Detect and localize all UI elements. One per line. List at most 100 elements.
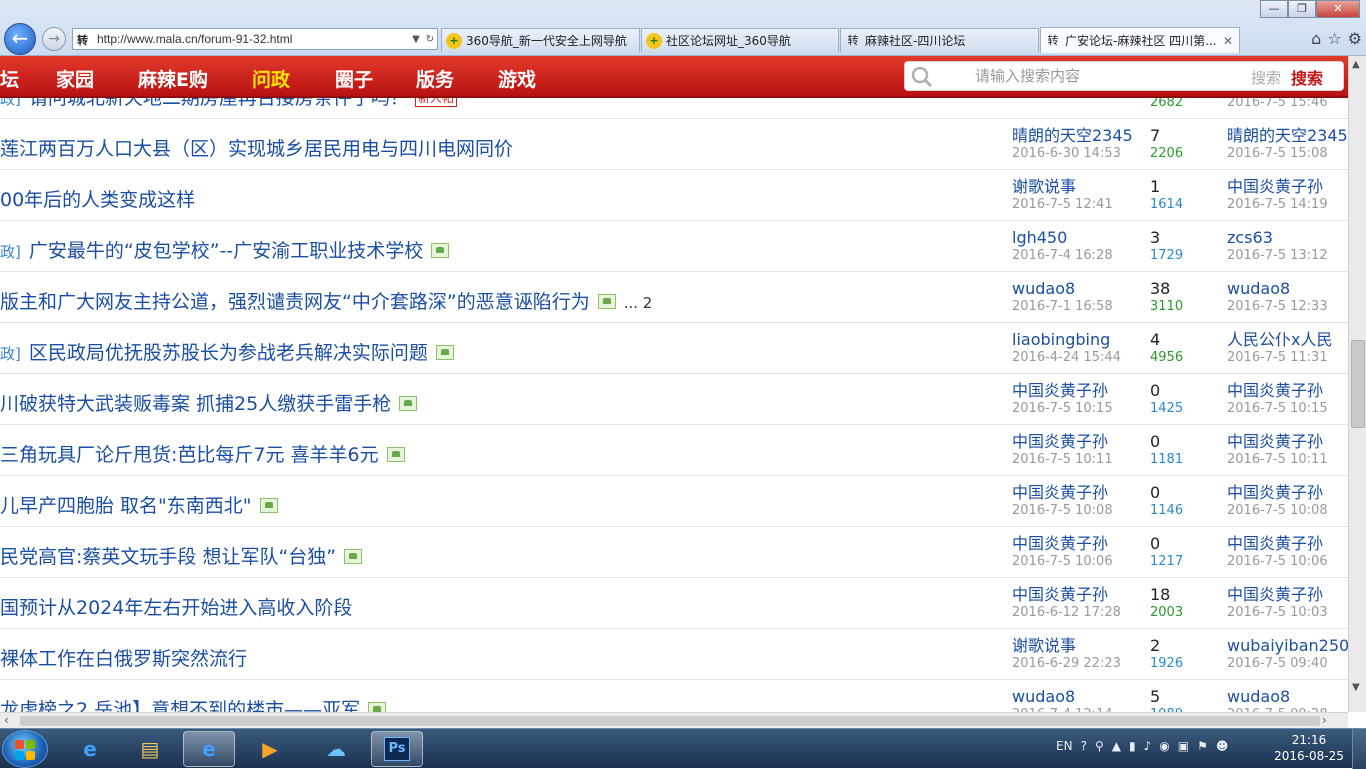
- favorites-star-icon[interactable]: ☆: [1327, 29, 1341, 48]
- nav-item-wenzheng[interactable]: 问政: [252, 65, 290, 92]
- author-name[interactable]: 谢歌说事: [1012, 177, 1113, 196]
- thread-row[interactable]: 国预计从2024年左右开始进入高收入阶段 中国炎黄子孙 2016-6-12 17:2…: [0, 578, 1348, 629]
- author-name[interactable]: lgh450: [1012, 228, 1113, 247]
- author-name[interactable]: wudao8: [1012, 279, 1113, 298]
- show-hidden-icons-icon[interactable]: ▲: [1112, 739, 1121, 753]
- network-icon[interactable]: ▮: [1129, 739, 1136, 753]
- thread-title-link[interactable]: 广安最牛的“皮包学校”--广安渝工职业技术学校: [29, 240, 423, 262]
- thread-row[interactable]: 00年后的人类变成这样 谢歌说事 2016-7-5 12:41 1 1614 中国炎黄子孙…: [0, 170, 1348, 221]
- nav-item-eshop[interactable]: 麻辣E购: [138, 65, 208, 92]
- nav-item-circles[interactable]: 圈子: [335, 65, 373, 92]
- last-poster-name[interactable]: 人民公仆x人民: [1227, 330, 1332, 349]
- nav-item-games[interactable]: 游戏: [498, 65, 536, 92]
- media-player-icon[interactable]: ▶: [244, 731, 296, 767]
- flag-icon[interactable]: ⚑: [1197, 739, 1208, 753]
- security-icon[interactable]: ◉: [1159, 739, 1169, 753]
- thread-row[interactable]: 政]请问城北新天地二期房屋再台接房条件了吗？新人帖2016-5-27 18:51…: [0, 98, 1348, 119]
- thread-row[interactable]: 政] 广安最牛的“皮包学校”--广安渝工职业技术学校 lgh450 2016-7-4 …: [0, 221, 1348, 272]
- scroll-thumb[interactable]: [1351, 340, 1365, 428]
- thread-title-link[interactable]: 莲江两百万人口大县（区）实现城乡居民用电与四川电网同价: [0, 138, 513, 160]
- author-name[interactable]: 晴朗的天空2345: [1012, 126, 1133, 145]
- thread-row[interactable]: 儿早产四胞胎 取名"东南西北" 中国炎黄子孙 2016-7-5 10:08 0 1146…: [0, 476, 1348, 527]
- last-poster-name[interactable]: 中国炎黄子孙: [1227, 177, 1328, 196]
- author-name[interactable]: 中国炎黄子孙: [1012, 585, 1121, 604]
- search-button[interactable]: 搜索: [1291, 65, 1323, 89]
- last-poster-name[interactable]: 中国炎黄子孙: [1227, 432, 1328, 451]
- last-poster-name[interactable]: 晴朗的天空2345: [1227, 126, 1348, 145]
- thread-title-link[interactable]: 川破获特大武装贩毒案 抓捕25人缴获手雷手枪: [0, 393, 391, 415]
- last-poster-name[interactable]: 中国炎黄子孙: [1227, 483, 1328, 502]
- scroll-right-icon[interactable]: ›: [1322, 713, 1327, 727]
- forward-button[interactable]: →: [42, 27, 66, 51]
- minimize-button[interactable]: —: [1260, 0, 1288, 18]
- thread-row[interactable]: 川破获特大武装贩毒案 抓捕25人缴获手雷手枪 中国炎黄子孙 2016-7-5 10:…: [0, 374, 1348, 425]
- author-name[interactable]: 中国炎黄子孙: [1012, 483, 1113, 502]
- back-button[interactable]: ←: [4, 23, 36, 55]
- photoshop-icon[interactable]: Ps: [371, 731, 423, 767]
- nav-item-admin[interactable]: 版务: [416, 65, 454, 92]
- thread-row[interactable]: 政] 区民政局优抚股苏股长为参战老兵解决实际问题 liaobingbing 2016-…: [0, 323, 1348, 374]
- thread-title-link[interactable]: 区民政局优抚股苏股长为参战老兵解决实际问题: [29, 342, 428, 364]
- scroll-left-icon[interactable]: ‹: [4, 713, 9, 727]
- maximize-button[interactable]: ❐: [1288, 0, 1316, 18]
- last-poster-name[interactable]: 中国炎黄子孙: [1227, 381, 1328, 400]
- vertical-scrollbar[interactable]: ▲ ▼: [1348, 56, 1366, 712]
- thread-row[interactable]: 三角玩具厂论斤甩货:芭比每斤7元 喜羊羊6元 中国炎黄子孙 2016-7-5 10:…: [0, 425, 1348, 476]
- thread-category[interactable]: 政]: [0, 345, 21, 363]
- last-poster-name[interactable]: zcs63: [1227, 228, 1328, 247]
- thread-title-link[interactable]: 儿早产四胞胎 取名"东南西北": [0, 495, 252, 517]
- last-poster-name[interactable]: 中国炎黄子孙: [1227, 585, 1328, 604]
- author-name[interactable]: 中国炎黄子孙: [1012, 432, 1113, 451]
- author-name[interactable]: wudao8: [1012, 687, 1113, 706]
- display-icon[interactable]: ▣: [1178, 739, 1189, 753]
- thread-page-links[interactable]: ... 2: [624, 294, 653, 312]
- start-button[interactable]: [2, 730, 48, 768]
- volume-icon[interactable]: ♪: [1144, 739, 1152, 753]
- ie-icon[interactable]: e: [64, 731, 116, 767]
- horizontal-scrollbar[interactable]: ‹ ›: [0, 712, 1348, 728]
- help-icon[interactable]: ?: [1081, 739, 1087, 753]
- author-name[interactable]: 谢歌说事: [1012, 636, 1121, 655]
- nav-item-home[interactable]: 家园: [56, 65, 94, 92]
- thread-row[interactable]: 裸体工作在白俄罗斯突然流行 谢歌说事 2016-6-29 22:23 2 1926 wub…: [0, 629, 1348, 680]
- thread-category[interactable]: 政]: [0, 243, 21, 261]
- explorer-icon[interactable]: ▤: [124, 731, 176, 767]
- last-poster-name[interactable]: wudao8: [1227, 687, 1328, 706]
- refresh-icon[interactable]: ↻: [423, 34, 437, 45]
- thread-row[interactable]: 龙虎榜之2.岳池】意想不到的楼市——亚军 wudao82016-7-4 12:14…: [0, 680, 1348, 712]
- nav-item-forum[interactable]: 坛: [0, 65, 19, 92]
- thread-title-link[interactable]: 请问城北新天地二期房屋再台接房条件了吗？: [29, 98, 409, 109]
- qq-icon[interactable]: ☻: [1216, 739, 1229, 753]
- tab-360-nav[interactable]: + 360导航_新一代安全上网导航: [441, 28, 640, 52]
- scroll-up-icon[interactable]: ▲: [1352, 59, 1360, 70]
- language-indicator[interactable]: EN: [1056, 739, 1073, 753]
- ie-active-icon[interactable]: e: [183, 731, 235, 767]
- tab-forum-nav[interactable]: + 社区论坛网址_360导航: [641, 28, 839, 52]
- address-bar[interactable]: 转 http://www.mala.cn/forum-91-32.html ▼ …: [72, 28, 438, 50]
- last-poster-name[interactable]: wudao8: [1227, 279, 1328, 298]
- home-icon[interactable]: ⌂: [1311, 29, 1321, 48]
- system-clock[interactable]: 21:16 2016-08-25: [1270, 732, 1348, 764]
- last-poster-name[interactable]: 中国炎黄子孙: [1227, 534, 1328, 553]
- address-url[interactable]: http://www.mala.cn/forum-91-32.html: [97, 32, 409, 46]
- author-name[interactable]: liaobingbing: [1012, 330, 1121, 349]
- thread-row[interactable]: 版主和广大网友主持公道，强烈谴责网友“中介套路深”的恶意诬陷行为 ... 2 wud…: [0, 272, 1348, 323]
- thread-title-link[interactable]: 00年后的人类变成这样: [0, 189, 195, 211]
- author-name[interactable]: 中国炎黄子孙: [1012, 381, 1113, 400]
- close-tab-icon[interactable]: ✕: [1223, 34, 1233, 48]
- baidu-cloud-icon[interactable]: ☁: [310, 731, 362, 767]
- thread-title-link[interactable]: 版主和广大网友主持公道，强烈谴责网友“中介套路深”的恶意诬陷行为: [0, 291, 590, 313]
- search-scope-select[interactable]: 搜索: [1251, 67, 1281, 88]
- thread-row[interactable]: 莲江两百万人口大县（区）实现城乡居民用电与四川电网同价 晴朗的天空2345 2016…: [0, 119, 1348, 170]
- close-window-button[interactable]: ✕: [1316, 0, 1360, 18]
- scroll-down-icon[interactable]: ▼: [1352, 682, 1360, 693]
- thread-title-link[interactable]: 裸体工作在白俄罗斯突然流行: [0, 648, 247, 670]
- tray-menu-icon[interactable]: ⚲: [1095, 739, 1104, 753]
- dropdown-icon[interactable]: ▼: [409, 34, 423, 45]
- thread-title-link[interactable]: 国预计从2024年左右开始进入高收入阶段: [0, 597, 352, 619]
- last-poster-name[interactable]: wubaiyiban250: [1227, 636, 1348, 655]
- search-input[interactable]: [975, 66, 1235, 86]
- thread-category[interactable]: 政]: [0, 98, 21, 108]
- thread-row[interactable]: 民党高官:蔡英文玩手段 想让军队“台独” 中国炎黄子孙 2016-7-5 10:06…: [0, 527, 1348, 578]
- thread-title-link[interactable]: 龙虎榜之2.岳池】意想不到的楼市——亚军: [0, 699, 360, 712]
